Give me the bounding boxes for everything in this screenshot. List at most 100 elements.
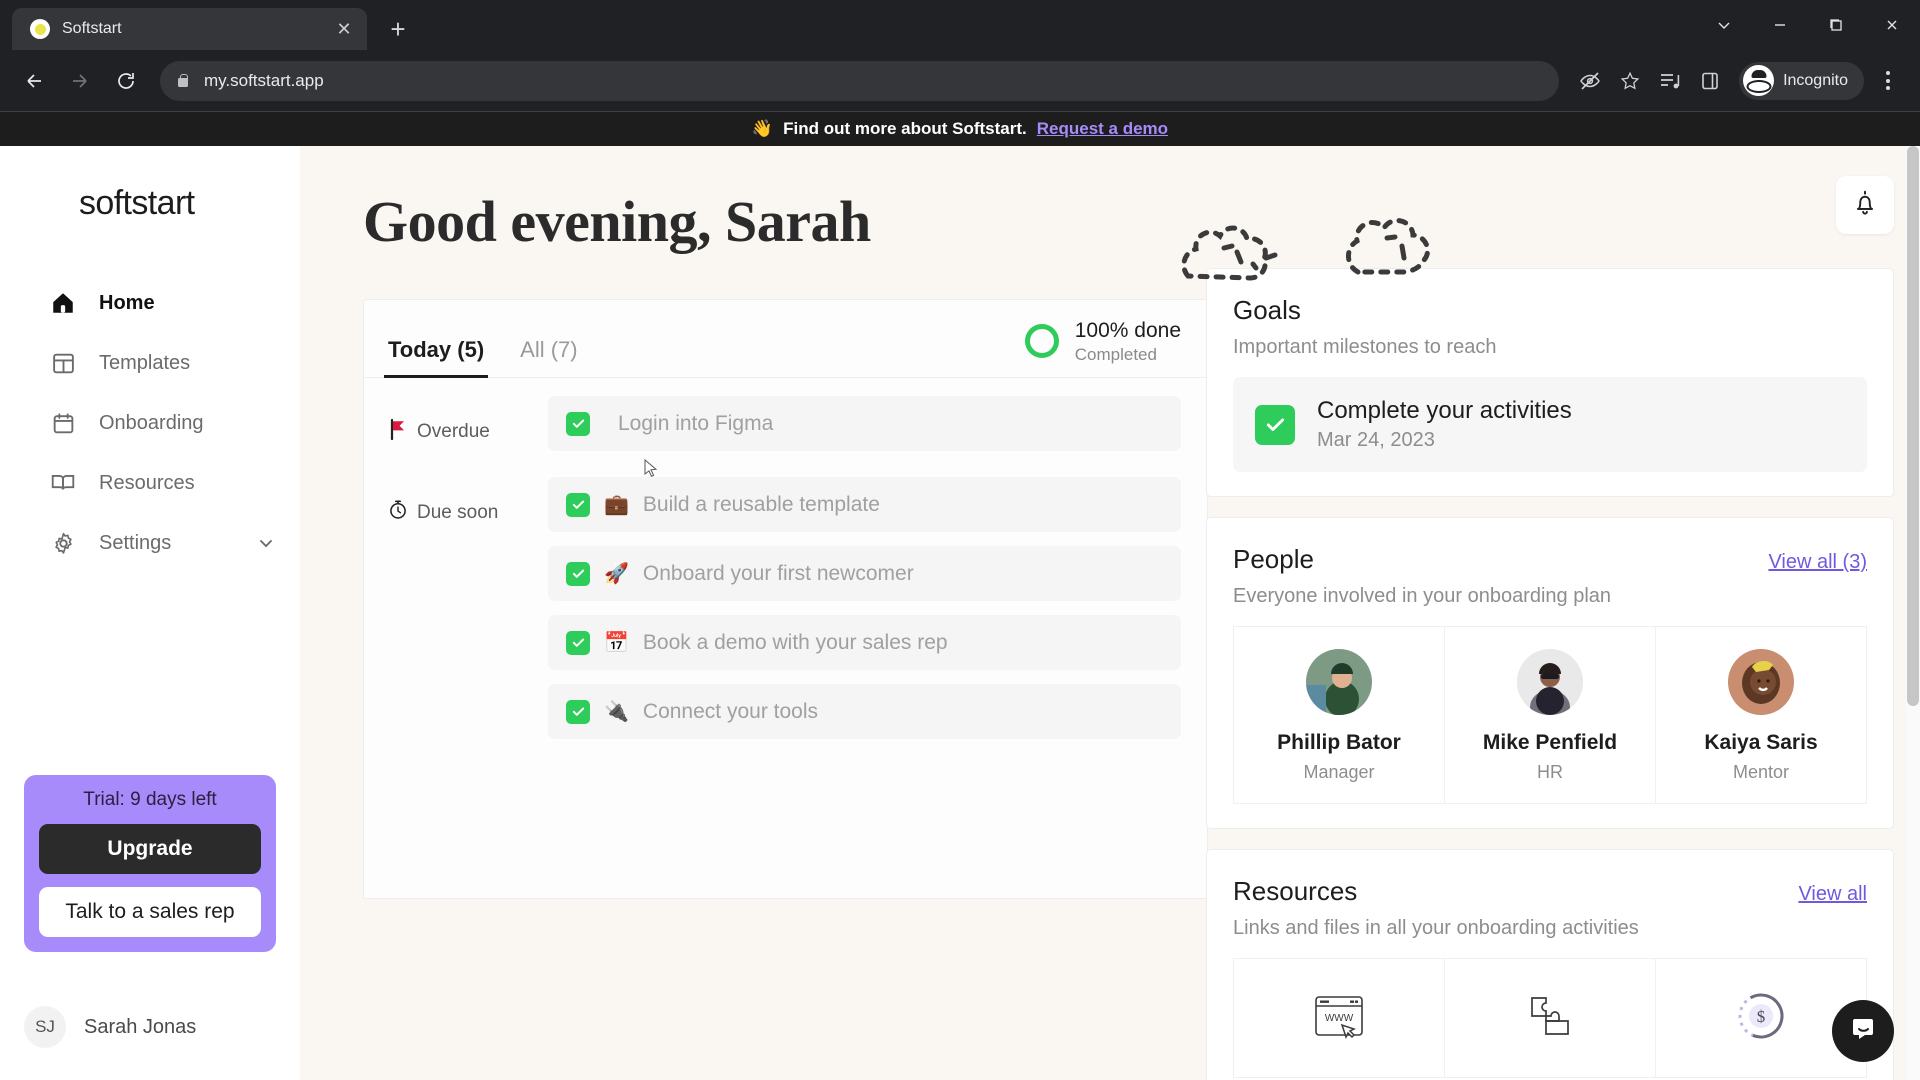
activities-column: Good evening, Sarah Today (5) All (7) 10… [300,146,1208,1080]
progress-percent: 100% done [1074,318,1181,342]
checkbox-checked-icon[interactable] [566,492,590,517]
person-name: Phillip Bator [1277,731,1401,754]
incognito-profile-chip[interactable]: Incognito [1739,61,1864,100]
goals-subtitle: Important milestones to reach [1233,336,1497,358]
task-row[interactable]: 🚀 Onboard your first newcomer [548,546,1181,601]
promo-text: Find out more about Softstart. [783,119,1027,138]
checkbox-checked-icon[interactable] [566,699,590,724]
task-row[interactable]: 💼 Build a reusable template [548,477,1181,532]
puzzle-icon [1522,988,1578,1049]
resource-card[interactable] [1445,958,1656,1078]
minimize-icon[interactable] [1752,0,1808,50]
sidebar-item-home[interactable]: Home [24,279,276,327]
tasks-card: Today (5) All (7) 100% done Completed Ov… [363,299,1208,899]
home-icon [49,289,77,317]
mouse-cursor [644,458,658,479]
task-emoji-icon: 🔌 [604,701,629,723]
resource-card[interactable]: WWW [1233,958,1445,1078]
resources-title: Resources [1233,876,1358,906]
layout-icon [49,349,77,377]
main-content: Good evening, Sarah Today (5) All (7) 10… [300,146,1920,1080]
people-subtitle: Everyone involved in your onboarding pla… [1233,585,1612,607]
scrollbar-thumb[interactable] [1907,146,1919,706]
media-list-icon[interactable] [1653,64,1687,98]
user-profile[interactable]: SJ Sarah Jonas [24,1006,196,1048]
browser-tab[interactable]: Softstart ✕ [12,8,367,50]
goal-date: Mar 24, 2023 [1317,429,1435,451]
person-role: Mentor [1732,762,1790,782]
person-card[interactable]: Kaiya Saris Mentor [1656,626,1867,804]
request-demo-link[interactable]: Request a demo [1037,119,1168,139]
task-row[interactable]: 📅 Book a demo with your sales rep [548,615,1181,670]
task-label: Onboard your first newcomer [642,561,914,585]
person-card[interactable]: Mike Penfield HR [1445,626,1656,804]
forward-icon[interactable] [60,61,100,101]
tasks-tabs: Today (5) All (7) [383,300,578,378]
omnibox-toolbar: my.softstart.app Incognito [0,50,1920,112]
upgrade-button[interactable]: Upgrade [39,824,261,874]
side-panel-icon[interactable] [1693,64,1727,98]
close-tab-icon[interactable]: ✕ [331,16,357,42]
chat-icon [1848,1014,1878,1049]
checkbox-checked-icon[interactable] [1255,404,1295,445]
side-panels-column: Goals Important milestones to reach Comp… [1180,146,1920,1080]
gear-icon [49,529,77,557]
new-tab-icon[interactable]: + [381,12,415,46]
flag-icon [388,418,408,446]
sidebar-item-templates[interactable]: Templates [24,339,276,387]
sidebar-label-home: Home [99,291,155,314]
page-scrollbar[interactable] [1906,146,1920,1080]
notifications-button[interactable] [1836,176,1894,234]
talk-to-sales-button[interactable]: Talk to a sales rep [39,887,261,937]
people-title: People [1233,544,1314,574]
reload-icon[interactable] [106,61,146,101]
tab-all[interactable]: All (7) [520,337,577,377]
people-view-all-link[interactable]: View all (3) [1768,551,1867,574]
progress-indicator: 100% done Completed [1024,318,1181,378]
incognito-icon [1743,65,1775,96]
tasks-body: Overdue Login into Figma Due soon 💼 Buil… [364,378,1207,769]
chevron-down-icon[interactable] [256,533,276,553]
tab-search-icon[interactable] [1696,0,1752,50]
task-row[interactable]: 🔌 Connect your tools [548,684,1181,739]
book-icon [49,469,77,497]
maximize-icon[interactable] [1808,0,1864,50]
close-window-icon[interactable] [1864,0,1920,50]
no-tracking-icon[interactable] [1573,64,1607,98]
task-row[interactable]: Login into Figma [548,396,1181,451]
app-logo[interactable]: softstart [24,146,276,223]
goals-panel: Goals Important milestones to reach Comp… [1206,268,1894,497]
chat-widget-button[interactable] [1832,1000,1894,1062]
resources-view-all-link[interactable]: View all [1798,883,1867,906]
person-name: Kaiya Saris [1704,731,1818,754]
task-group-overdue: Overdue Login into Figma [388,396,1181,451]
goal-item[interactable]: Complete your activities Mar 24, 2023 [1233,377,1867,472]
group-label-overdue: Overdue [388,396,548,446]
checkbox-checked-icon[interactable] [566,561,590,586]
avatar [1306,649,1372,715]
tab-strip: Softstart ✕ + [0,0,1920,50]
sidebar-item-settings[interactable]: Settings [24,519,276,567]
checkbox-checked-icon[interactable] [566,411,590,436]
task-label: Login into Figma [618,411,774,435]
sidebar-label-onboarding: Onboarding [99,411,204,434]
timer-icon [388,499,408,526]
chrome-menu-icon[interactable] [1870,63,1906,99]
resources-grid: WWW $ [1233,958,1867,1078]
resources-panel: Resources View all Links and files in al… [1206,849,1894,1080]
sidebar-item-resources[interactable]: Resources [24,459,276,507]
sidebar-item-onboarding[interactable]: Onboarding [24,399,276,447]
sidebar-label-templates: Templates [99,351,191,374]
task-emoji-icon: 🚀 [604,563,629,585]
task-label: Connect your tools [642,699,819,723]
person-role: HR [1537,762,1563,782]
address-bar[interactable]: my.softstart.app [160,60,1560,101]
avatar: SJ [24,1006,66,1048]
checkbox-checked-icon[interactable] [566,630,590,655]
back-icon[interactable] [14,61,54,101]
sidebar-label-settings: Settings [99,531,172,554]
resources-subtitle: Links and files in all your onboarding a… [1233,917,1639,939]
tab-today[interactable]: Today (5) [383,337,489,378]
bookmark-star-icon[interactable] [1613,64,1647,98]
person-card[interactable]: Phillip Bator Manager [1233,626,1445,804]
